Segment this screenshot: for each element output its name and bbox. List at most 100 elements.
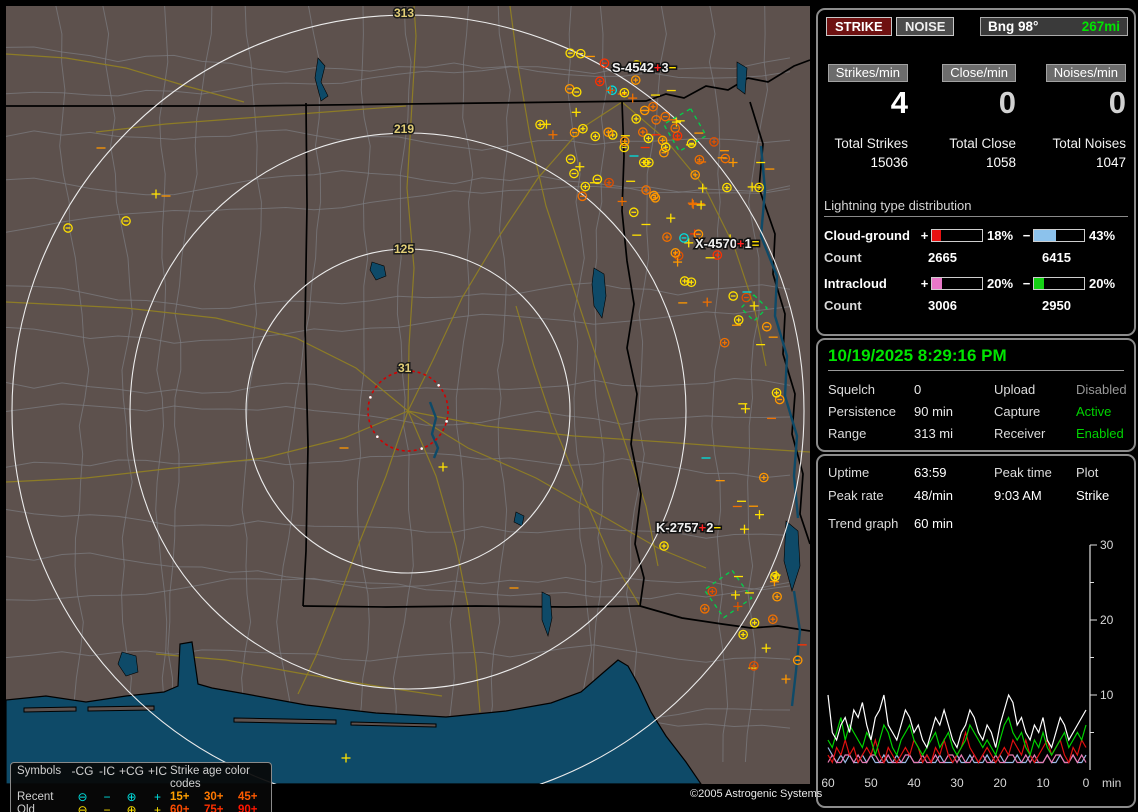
ic-minus-percent: 20% [1085, 276, 1125, 291]
ic-minus-bar [1033, 277, 1085, 290]
peak-rate-label: Peak rate [828, 488, 914, 503]
status-label: Range [828, 426, 914, 441]
ic-minus-count: 2950 [1042, 298, 1128, 313]
legend-age-code: 30+ [204, 791, 238, 804]
x-tick-label: 40 [907, 776, 921, 790]
ic-plus-count: 3006 [928, 298, 1042, 313]
ring-distance-label: 219 [394, 122, 414, 136]
plot-label: Plot [1076, 465, 1124, 480]
legend-header: +CG [118, 765, 145, 791]
legend-header: +IC [145, 765, 170, 791]
status-grid: Squelch0UploadDisabledPersistence90 minC… [828, 382, 1124, 441]
plot-mode-value[interactable]: Strike [1076, 488, 1124, 503]
y-tick-label: 30 [1100, 538, 1114, 552]
total-strikes-value: 15036 [870, 155, 908, 170]
cloud-ground-label: Cloud-ground [824, 228, 918, 243]
x-tick-label: 20 [993, 776, 1007, 790]
app-window: 313 219 125 31 S-4542+3− X-4570+1= K-2757+2− S… [0, 0, 1138, 812]
status-label: Capture [994, 404, 1076, 419]
legend-header: Strike age color codes [170, 765, 272, 791]
legend-row-label: Old [17, 804, 69, 812]
map[interactable]: 313 219 125 31 S-4542+3− X-4570+1= K-2757+2− [6, 6, 810, 784]
strikes-per-min-value: 4 [891, 86, 908, 119]
status-label: Persistence [828, 404, 914, 419]
cg-minus-count: 6415 [1042, 250, 1128, 265]
legend-age-code: 15+ [170, 791, 204, 804]
alarm-ring-dot [437, 384, 440, 387]
storm-cell-label[interactable]: S-4542+3− [612, 60, 677, 75]
bearing-readout: Bng 98° 267mi [980, 17, 1128, 36]
legend-age-code: 60+ [170, 804, 204, 812]
status-label: Upload [994, 382, 1076, 397]
total-close-value: 1058 [986, 155, 1016, 170]
x-tick-label: 10 [1036, 776, 1050, 790]
close-per-min-column: Close/min 0 Total Close 1058 [930, 64, 1016, 170]
close-per-min-value: 0 [999, 86, 1016, 119]
noise-mode-button[interactable]: NOISE [896, 17, 954, 36]
cg-minus-bar [1033, 229, 1085, 242]
map-legend: Symbols-CG-IC+CG+ICStrike age color code… [10, 762, 272, 812]
noises-per-min-button[interactable]: Noises/min [1046, 64, 1126, 82]
ic-minus-icon: − [96, 804, 118, 812]
lightning-map[interactable]: 313 219 125 31 S-4542+3− X-4570+1= K-2757+2− [6, 6, 810, 784]
ring-distance-label: 313 [394, 6, 414, 20]
total-noises-value: 1047 [1096, 155, 1126, 170]
ic-plus-icon: + [145, 804, 170, 812]
x-tick-label: 60 [821, 776, 835, 790]
x-tick-label: 50 [864, 776, 878, 790]
alarm-ring-dot [445, 420, 448, 423]
cg-minus-percent: 43% [1085, 228, 1125, 243]
legend-header: Symbols [17, 765, 69, 791]
uptime-label: Uptime [828, 465, 914, 480]
datetime-display: 10/19/2025 8:29:16 PM [828, 346, 1124, 371]
plus-sign: + [918, 276, 931, 291]
strikes-per-min-button[interactable]: Strikes/min [828, 64, 908, 82]
total-close-label: Total Close [949, 136, 1016, 151]
total-strikes-label: Total Strikes [834, 136, 908, 151]
status-value: Disabled [1076, 382, 1127, 397]
legend-age-code: 75+ [204, 804, 238, 812]
cloud-ground-counts: Count 2665 6415 [824, 250, 1128, 265]
noises-per-min-column: Noises/min 0 Total Noises 1047 [1040, 64, 1126, 170]
x-axis-unit: min [1102, 776, 1121, 790]
trend-series-total-strikes [828, 695, 1086, 748]
status-panel: 10/19/2025 8:29:16 PM Squelch0UploadDisa… [816, 338, 1136, 452]
status-value: Active [1076, 404, 1127, 419]
trend-graph-window[interactable]: 60 min [914, 516, 1124, 531]
cg-plus-bar [931, 229, 983, 242]
peak-time-label: Peak time [994, 465, 1076, 480]
barrier-island [24, 707, 76, 712]
close-per-min-button[interactable]: Close/min [942, 64, 1016, 82]
ring-distance-label: 31 [398, 361, 412, 375]
intracloud-label: Intracloud [824, 276, 918, 291]
total-noises-label: Total Noises [1052, 136, 1126, 151]
storm-cell-label[interactable]: X-4570+1= [695, 236, 760, 251]
strike-stats-panel: STRIKE NOISE Bng 98° 267mi Strikes/min 4… [816, 8, 1136, 336]
intracloud-row: Intracloud + 20% − 20% [824, 276, 1128, 291]
status-label: Squelch [828, 382, 914, 397]
x-tick-label: 0 [1083, 776, 1090, 790]
status-value: Enabled [1076, 426, 1127, 441]
ring-distance-label: 125 [394, 242, 414, 256]
noises-per-min-value: 0 [1109, 86, 1126, 119]
lake [737, 62, 747, 94]
legend-grid: Symbols-CG-IC+CG+ICStrike age color code… [17, 765, 267, 812]
alarm-ring-dot [369, 396, 372, 399]
lightning-type-distribution: Lightning type distribution Cloud-ground… [824, 198, 1128, 313]
cg-minus-icon: ⊖ [69, 804, 96, 812]
trend-graph-label: Trend graph [828, 516, 914, 531]
state-border [303, 606, 640, 607]
y-tick-label: 20 [1100, 613, 1114, 627]
strike-mode-button[interactable]: STRIKE [826, 17, 892, 36]
ic-plus-percent: 20% [983, 276, 1020, 291]
copyright-text: ©2005 Astrogenic Systems [690, 788, 822, 800]
status-value: 0 [914, 382, 994, 397]
y-tick-label: 10 [1100, 688, 1114, 702]
legend-row-label: Recent [17, 791, 69, 804]
legend-header: -IC [96, 765, 118, 791]
trend-graph: 1020306050403020100min [820, 538, 1134, 802]
trend-graph-row: Trend graph 60 min [828, 516, 1124, 531]
storm-cell-label[interactable]: K-2757+2− [656, 520, 721, 535]
alarm-ring-dot [376, 435, 379, 438]
legend-header: -CG [69, 765, 96, 791]
